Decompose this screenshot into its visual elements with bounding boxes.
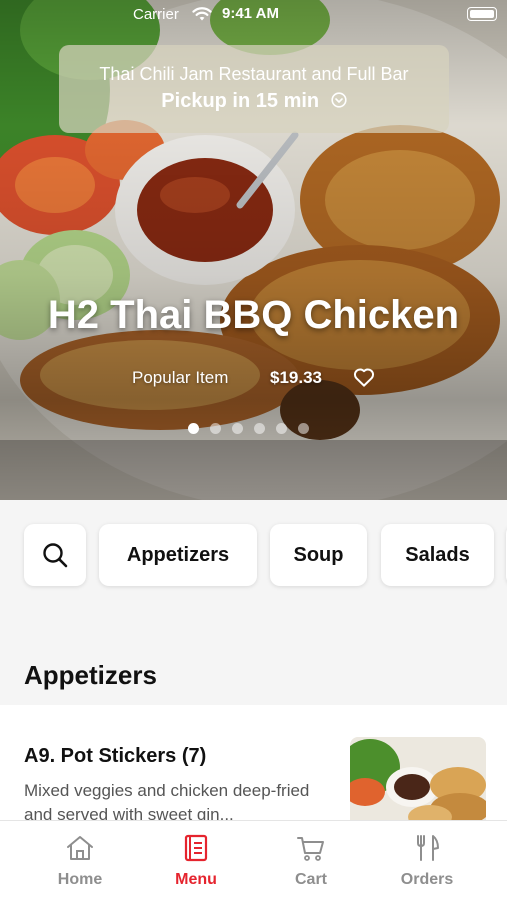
category-tab-salads[interactable]: Salads — [381, 524, 494, 586]
carousel-dot[interactable] — [210, 423, 221, 434]
menu-book-icon — [184, 834, 208, 862]
home-icon — [67, 836, 93, 860]
carousel-dot[interactable] — [276, 423, 287, 434]
fork-knife-icon — [417, 835, 439, 861]
carousel-dot[interactable] — [298, 423, 309, 434]
wifi-icon — [192, 7, 212, 21]
popular-item-badge: Popular Item — [132, 368, 229, 387]
featured-item-title: H2 Thai BBQ Chicken — [47, 293, 460, 337]
pickup-selector[interactable]: Thai Chili Jam Restaurant and Full Bar P… — [59, 45, 449, 133]
chevron-down-circle-icon — [331, 92, 347, 108]
carousel-dot[interactable] — [188, 423, 199, 434]
app-screen: Carrier 9:41 AM Thai Chili Jam Restauran… — [0, 0, 507, 900]
tab-orders-label: Orders — [400, 871, 454, 888]
menu-item-name: A9. Pot Stickers (7) — [24, 745, 207, 767]
tab-cart[interactable]: Cart — [256, 821, 366, 900]
status-bar: Carrier 9:41 AM — [0, 0, 507, 30]
cart-icon — [297, 837, 324, 861]
search-icon — [43, 543, 68, 568]
tab-cart-label: Cart — [294, 871, 327, 888]
carousel-dot[interactable] — [254, 423, 265, 434]
featured-item-banner[interactable]: Carrier 9:41 AM Thai Chili Jam Restauran… — [0, 0, 507, 500]
restaurant-name: Thai Chili Jam Restaurant and Full Bar — [99, 64, 409, 84]
category-tab-appetizers[interactable]: Appetizers — [99, 524, 257, 586]
tab-home[interactable]: Home — [25, 821, 135, 900]
battery-icon — [467, 7, 497, 21]
heart-icon[interactable] — [353, 367, 375, 387]
status-carrier: Carrier — [133, 6, 179, 23]
bottom-tab-bar: Home Menu Cart Orders — [0, 820, 507, 900]
category-tab-soup[interactable]: Soup — [270, 524, 367, 586]
featured-item-price: $19.33 — [270, 368, 322, 387]
tab-menu[interactable]: Menu — [141, 821, 251, 900]
tab-home-label: Home — [57, 871, 103, 888]
pickup-time-label: Pickup in 15 min — [161, 90, 320, 112]
status-time: 9:41 AM — [222, 5, 279, 22]
carousel-dot[interactable] — [232, 423, 243, 434]
menu-item-photo — [350, 737, 486, 827]
menu-item[interactable]: A9. Pot Stickers (7) Mixed veggies and c… — [0, 705, 507, 827]
section-title: Appetizers — [24, 660, 157, 690]
tab-orders[interactable]: Orders — [372, 821, 482, 900]
search-button[interactable] — [24, 524, 86, 586]
tab-menu-label: Menu — [175, 871, 217, 888]
